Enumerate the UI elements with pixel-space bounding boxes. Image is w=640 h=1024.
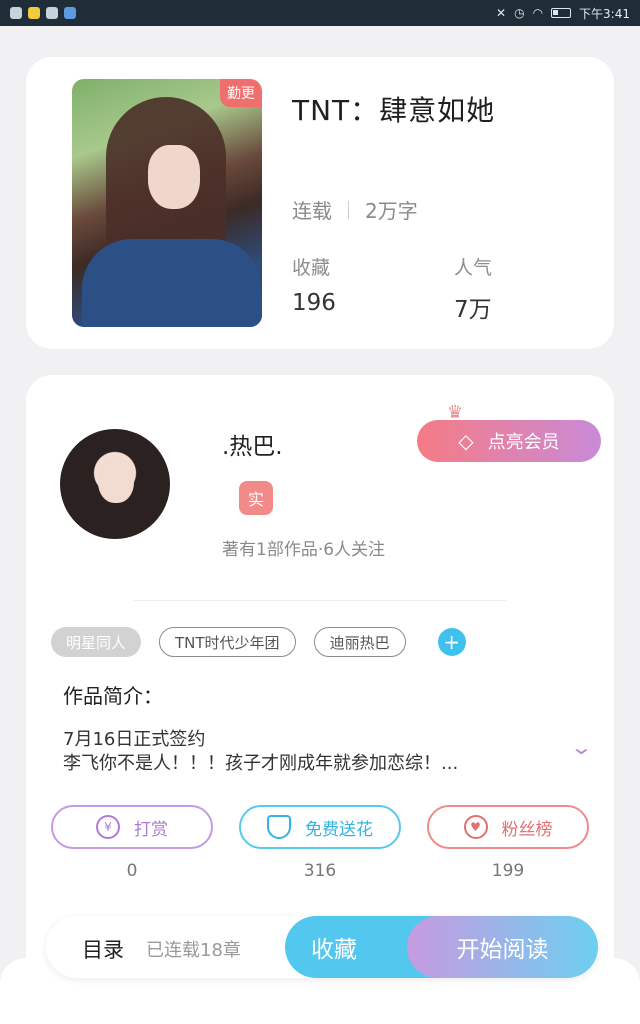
fan-rank-button[interactable]: ♥ 粉丝榜: [427, 805, 589, 849]
system-icons: ✕ ◷ ◠ 下午3:41: [496, 5, 630, 22]
tip-button[interactable]: ¥ 打赏: [51, 805, 213, 849]
app-notification-icon: [10, 7, 22, 19]
status-bar: ✕ ◷ ◠ 下午3:41: [0, 0, 640, 26]
tag-item[interactable]: 明星同人: [51, 627, 142, 657]
vip-button[interactable]: ◇ 点亮会员: [417, 420, 601, 462]
fan-rank-count: 199: [491, 861, 525, 881]
tip-label: 打赏: [134, 819, 168, 840]
clock: 下午3:41: [579, 6, 630, 21]
send-flower-label: 免费送花: [305, 819, 373, 840]
favorites-label: 收藏: [292, 257, 331, 279]
wifi-icon: ◠: [532, 6, 544, 20]
tag-item[interactable]: 迪丽热巴: [313, 627, 406, 657]
intro-title: 作品简介：: [63, 684, 163, 708]
action-buttons: ¥ 打赏 0 免费送花 316 ♥ 粉丝榜 199: [51, 805, 589, 881]
add-tag-button[interactable]: +: [437, 628, 466, 656]
book-info-card: 勤更 TNT：肆意如她 连载 2万字 收藏 196 人气 7万: [26, 57, 614, 349]
author-works-info: 著有1部作品·6人关注: [222, 540, 386, 560]
start-reading-button[interactable]: 开始阅读: [407, 916, 598, 978]
flower-icon: [267, 815, 291, 839]
tip-count: 0: [126, 861, 138, 881]
serial-info: 连载 2万字: [292, 195, 418, 224]
intro-text-line: 7月16日正式签约: [63, 729, 206, 750]
chapter-count[interactable]: 已连载18章: [146, 936, 241, 962]
bottom-action-bar: 目录 已连载18章 收藏 开始阅读: [46, 916, 598, 978]
popularity-value: 7万: [454, 297, 492, 323]
send-flower-button[interactable]: 免费送花: [239, 805, 401, 849]
divider: [348, 200, 349, 219]
section-divider: [134, 600, 506, 601]
flower-action: 免费送花 316: [239, 805, 401, 881]
popularity-label: 人气: [454, 257, 493, 279]
intro-text-line: 李飞你不是人！！！孩子才刚成年就参加恋综！...: [63, 753, 459, 774]
notification-icons: [10, 7, 76, 19]
word-count: 2万字: [365, 199, 418, 223]
flower-count: 316: [303, 861, 337, 881]
favorites-value: 196: [292, 290, 336, 316]
alarm-icon: ◷: [514, 6, 525, 20]
author-avatar[interactable]: [60, 429, 170, 539]
mute-icon: ✕: [496, 6, 507, 20]
cover-illustration-jacket: [82, 239, 262, 327]
app-notification-icon: [28, 7, 40, 19]
fan-rank-label: 粉丝榜: [501, 819, 553, 840]
yen-coin-icon: ¥: [96, 815, 120, 839]
author-name[interactable]: .热巴.: [222, 427, 283, 461]
wechat-icon: [46, 7, 58, 19]
chevron-down-icon[interactable]: ⌄: [570, 735, 593, 759]
book-cover[interactable]: 勤更: [72, 79, 262, 327]
favorites-stat: 收藏 196: [292, 253, 336, 316]
fans-action: ♥ 粉丝榜 199: [427, 805, 589, 881]
battery-icon: [551, 8, 572, 18]
tip-action: ¥ 打赏 0: [51, 805, 213, 881]
diamond-icon: ◇: [458, 429, 474, 453]
popularity-stat: 人气 7万: [454, 253, 492, 324]
fan-rank-icon: ♥: [463, 815, 488, 839]
book-title: TNT：肆意如她: [292, 94, 496, 127]
avatar-illustration: [98, 457, 134, 503]
cover-illustration-face: [148, 145, 200, 209]
verified-badge: 实: [239, 481, 273, 515]
tag-list: 明星同人 TNT时代少年团 迪丽热巴 +: [51, 627, 466, 657]
toc-button[interactable]: 目录: [82, 934, 124, 964]
vip-button-label: 点亮会员: [487, 432, 560, 453]
update-badge: 勤更: [220, 79, 262, 107]
tag-item[interactable]: TNT时代少年团: [159, 627, 296, 657]
shield-icon: [64, 7, 76, 19]
serial-status: 连载: [292, 199, 332, 223]
